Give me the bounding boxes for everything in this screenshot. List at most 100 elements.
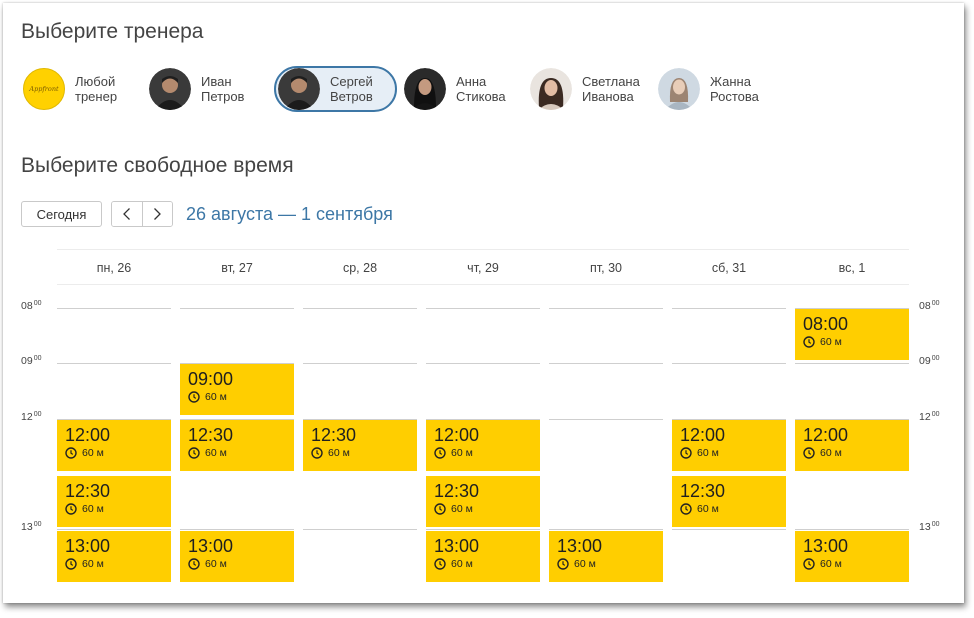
time-label-minutes: 00 xyxy=(33,355,42,362)
time-slot[interactable]: 12:00 60 м xyxy=(57,420,171,471)
trainer-name-last: Петров xyxy=(201,89,245,104)
slot-time: 12:00 xyxy=(680,425,726,445)
clock-icon xyxy=(803,447,815,459)
trainer-svetlana-ivanova[interactable]: Светлана Иванова xyxy=(528,66,648,112)
slot-duration: 60 м xyxy=(65,447,171,459)
duration-text: 60 м xyxy=(82,503,104,515)
clock-icon xyxy=(65,558,77,570)
time-label-minutes: 00 xyxy=(931,411,940,418)
week-nav xyxy=(111,201,173,227)
hour-line xyxy=(57,529,171,530)
clock-icon xyxy=(803,558,815,570)
time-slot[interactable]: 12:30 60 м xyxy=(672,476,786,527)
duration-text: 60 м xyxy=(451,558,473,570)
time-label: 1200 xyxy=(919,411,939,423)
slot-duration: 60 м xyxy=(188,558,294,570)
slot-duration: 60 м xyxy=(680,503,786,515)
day-header: вт, 27 xyxy=(221,261,253,275)
time-label: 0800 xyxy=(21,300,41,312)
trainer-name-first: Жанна xyxy=(710,74,751,89)
clock-icon xyxy=(557,558,569,570)
slot-duration: 60 м xyxy=(188,447,294,459)
time-slot[interactable]: 12:30 60 м xyxy=(426,476,540,527)
time-slot[interactable]: 13:00 60 м xyxy=(180,531,294,582)
next-week-button[interactable] xyxy=(141,202,172,226)
time-slot[interactable]: 12:30 60 м xyxy=(303,420,417,471)
time-label-hour: 13 xyxy=(21,521,33,533)
slot-duration: 60 м xyxy=(65,558,171,570)
time-label-minutes: 00 xyxy=(931,355,940,362)
hour-line xyxy=(426,308,540,309)
clock-icon xyxy=(188,447,200,459)
trainer-zhanna-rostova[interactable]: Жанна Ростова xyxy=(656,66,767,112)
hour-line xyxy=(303,308,417,309)
time-slot[interactable]: 12:00 60 м xyxy=(795,420,909,471)
time-slot[interactable]: 12:00 60 м xyxy=(426,420,540,471)
duration-text: 60 м xyxy=(82,447,104,459)
hour-line xyxy=(57,363,171,364)
trainer-name-first: Анна xyxy=(456,74,487,89)
hour-line xyxy=(426,363,540,364)
slot-time: 08:00 xyxy=(803,314,849,334)
time-slot[interactable]: 08:00 60 м xyxy=(795,309,909,360)
clock-icon xyxy=(434,558,446,570)
avatar xyxy=(530,68,572,110)
time-slot[interactable]: 13:00 60 м xyxy=(57,531,171,582)
slot-time: 12:30 xyxy=(434,481,480,501)
hour-line xyxy=(549,529,663,530)
time-label-minutes: 00 xyxy=(33,300,42,307)
time-slot[interactable]: 13:00 60 м xyxy=(549,531,663,582)
chevron-right-icon xyxy=(154,208,162,220)
duration-text: 60 м xyxy=(820,336,842,348)
slot-duration: 60 м xyxy=(65,503,171,515)
appfront-logo: Appfront xyxy=(23,68,65,110)
trainer-any[interactable]: Appfront Любой тренер xyxy=(21,66,125,112)
time-label-minutes: 00 xyxy=(33,521,42,528)
trainer-name-first: Любой xyxy=(75,74,116,89)
day-header: сб, 31 xyxy=(711,261,747,275)
slot-time: 13:00 xyxy=(65,536,111,556)
hour-line xyxy=(549,363,663,364)
slot-time: 12:30 xyxy=(311,425,357,445)
hour-line xyxy=(672,529,786,530)
clock-icon xyxy=(680,503,692,515)
time-label-hour: 12 xyxy=(919,411,931,423)
today-button[interactable]: Сегодня xyxy=(21,201,102,227)
time-slot[interactable]: 09:00 60 м xyxy=(180,364,294,415)
hour-line xyxy=(795,529,909,530)
day-header: ср, 28 xyxy=(342,261,378,275)
prev-week-button[interactable] xyxy=(112,202,142,226)
duration-text: 60 м xyxy=(451,447,473,459)
slot-duration: 60 м xyxy=(803,336,909,348)
time-slot[interactable]: 13:00 60 м xyxy=(795,531,909,582)
time-label-hour: 13 xyxy=(919,521,931,533)
hour-line xyxy=(180,529,294,530)
trainer-ivan-petrov[interactable]: Иван Петров xyxy=(147,66,252,112)
slot-time: 12:30 xyxy=(65,481,111,501)
trainer-anna-stikova[interactable]: Анна Стикова xyxy=(402,66,514,112)
time-slot[interactable]: 12:30 60 м xyxy=(57,476,171,527)
time-label-minutes: 00 xyxy=(33,411,42,418)
trainer-name-first: Светлана xyxy=(582,74,640,89)
clock-icon xyxy=(65,503,77,515)
time-slot[interactable]: 13:00 60 м xyxy=(426,531,540,582)
hour-line xyxy=(57,308,171,309)
time-slot[interactable]: 12:30 60 м xyxy=(180,420,294,471)
hour-line xyxy=(549,419,663,420)
chevron-left-icon xyxy=(122,208,130,220)
time-label-hour: 08 xyxy=(21,300,33,312)
time-slot[interactable]: 12:00 60 м xyxy=(672,420,786,471)
trainer-sergey-vetrov[interactable]: Сергей Ветров xyxy=(274,66,397,112)
slot-duration: 60 м xyxy=(557,558,663,570)
duration-text: 60 м xyxy=(697,503,719,515)
time-label-hour: 08 xyxy=(919,300,931,312)
duration-text: 60 м xyxy=(820,558,842,570)
time-label: 1300 xyxy=(21,521,41,533)
slot-time: 13:00 xyxy=(803,536,849,556)
slot-duration: 60 м xyxy=(434,447,540,459)
slot-time: 12:00 xyxy=(803,425,849,445)
trainer-name-last: Ростова xyxy=(710,89,759,104)
header-divider xyxy=(57,284,909,285)
clock-icon xyxy=(188,391,200,403)
slot-duration: 60 м xyxy=(803,447,909,459)
